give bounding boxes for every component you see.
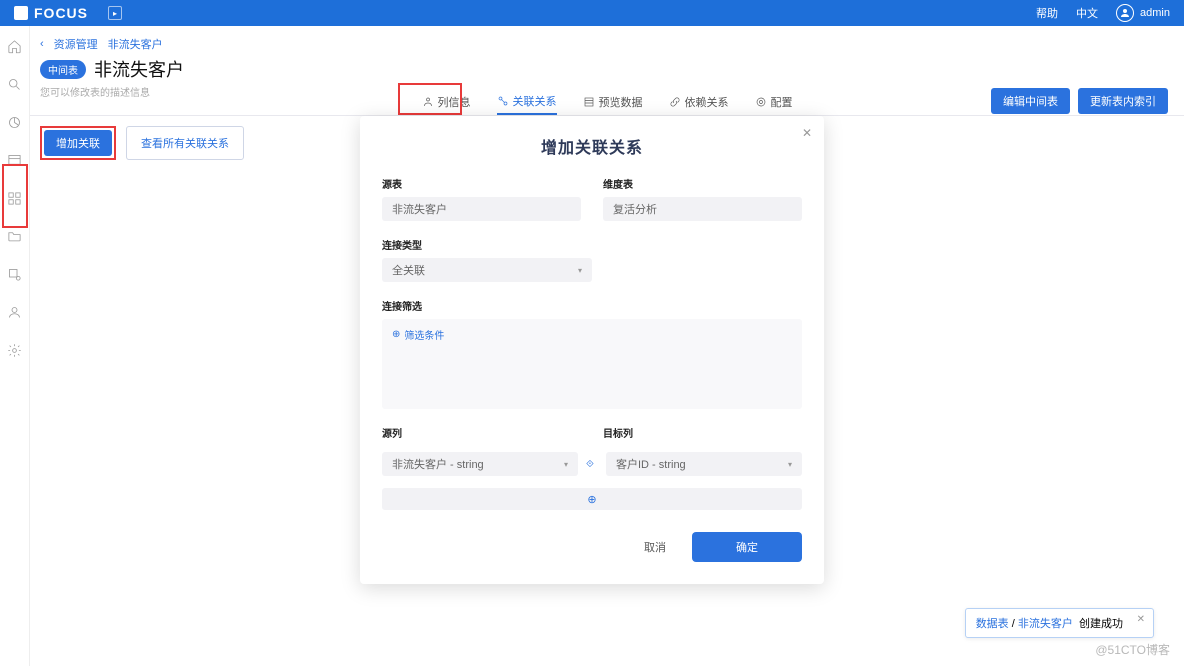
join-type-label: 连接类型 bbox=[382, 237, 802, 252]
tgt-col-value: 客户ID - string bbox=[616, 456, 686, 472]
tab-relations-label: 关联关系 bbox=[513, 93, 557, 109]
filter-link-text: 筛选条件 bbox=[404, 327, 444, 342]
tab-columns-label: 列信息 bbox=[438, 94, 471, 110]
cancel-button[interactable]: 取消 bbox=[630, 533, 680, 561]
src-table-label: 源表 bbox=[382, 176, 581, 191]
src-col-value: 非流失客户 - string bbox=[392, 456, 484, 472]
toast-msg: 创建成功 bbox=[1079, 618, 1123, 630]
src-col-select[interactable]: 非流失客户 - string ▾ bbox=[382, 452, 578, 476]
breadcrumb: ‹ 资源管理 非流失客户 bbox=[30, 26, 1184, 56]
chevron-down-icon: ▾ bbox=[578, 266, 582, 275]
relations-icon bbox=[497, 95, 509, 107]
crumb-parent[interactable]: 资源管理 bbox=[54, 36, 98, 52]
top-bar: FOCUS ▸ 帮助 中文 admin bbox=[0, 0, 1184, 26]
confirm-button[interactable]: 确定 bbox=[692, 532, 802, 562]
chevron-down-icon: ▾ bbox=[564, 460, 568, 469]
dim-table-input[interactable] bbox=[603, 197, 802, 221]
tab-columns[interactable]: 列信息 bbox=[422, 88, 471, 115]
tab-config-label: 配置 bbox=[771, 94, 793, 110]
tgt-col-select[interactable]: 客户ID - string ▾ bbox=[606, 452, 802, 476]
user-icon[interactable] bbox=[7, 304, 23, 320]
plus-icon: ⊕ bbox=[587, 493, 596, 506]
close-icon[interactable]: ✕ bbox=[1137, 614, 1145, 625]
toast-sep: / bbox=[1012, 618, 1015, 630]
close-icon[interactable]: ✕ bbox=[802, 126, 812, 140]
back-arrow-icon[interactable]: ‹ bbox=[40, 38, 44, 50]
redbox-add-button: 增加关联 bbox=[40, 126, 116, 160]
toast-link-table[interactable]: 数据表 bbox=[976, 618, 1009, 630]
play-icon[interactable]: ▸ bbox=[108, 6, 122, 20]
config-icon bbox=[755, 96, 767, 108]
modal-title: 增加关联关系 bbox=[382, 134, 802, 158]
board-icon[interactable] bbox=[7, 152, 23, 168]
page-title: 非流失客户 bbox=[94, 56, 184, 82]
update-index-button[interactable]: 更新表内索引 bbox=[1078, 88, 1168, 114]
tabs-bar: 列信息 关联关系 预览数据 依赖关系 配置 编辑中间表 更新表内索引 bbox=[30, 88, 1184, 116]
filter-label: 连接筛选 bbox=[382, 298, 802, 313]
join-type-value: 全关联 bbox=[392, 262, 425, 278]
join-type-select[interactable]: 全关联 ▾ bbox=[382, 258, 592, 282]
avatar-icon bbox=[1116, 4, 1134, 22]
logo-icon bbox=[14, 6, 28, 20]
tgt-col-label: 目标列 bbox=[603, 425, 802, 440]
crumb-current[interactable]: 非流失客户 bbox=[108, 36, 163, 52]
help-link[interactable]: 帮助 bbox=[1036, 5, 1058, 21]
chevron-down-icon: ▾ bbox=[788, 460, 792, 469]
watermark: @51CTO博客 bbox=[1095, 641, 1170, 658]
plus-circle-icon: ⊕ bbox=[392, 329, 400, 340]
tab-deps-label: 依赖关系 bbox=[685, 94, 729, 110]
tab-deps[interactable]: 依赖关系 bbox=[669, 88, 729, 115]
tools-icon[interactable] bbox=[7, 266, 23, 282]
toast-link-name[interactable]: 非流失客户 bbox=[1018, 618, 1073, 630]
preview-icon bbox=[583, 96, 595, 108]
search-icon[interactable] bbox=[7, 76, 23, 92]
tab-relations[interactable]: 关联关系 bbox=[497, 88, 557, 115]
user-menu[interactable]: admin bbox=[1116, 4, 1170, 22]
src-table-input[interactable] bbox=[382, 197, 581, 221]
link-icon: ⟐ bbox=[586, 459, 598, 470]
toast: 数据表 / 非流失客户 创建成功 ✕ bbox=[965, 608, 1154, 638]
filter-link[interactable]: ⊕ 筛选条件 bbox=[392, 327, 792, 342]
columns-icon bbox=[422, 96, 434, 108]
gear-icon[interactable] bbox=[7, 342, 23, 358]
sidebar bbox=[0, 26, 30, 666]
folder-icon[interactable] bbox=[7, 228, 23, 244]
dim-table-label: 维度表 bbox=[603, 176, 802, 191]
filter-box: ⊕ 筛选条件 bbox=[382, 319, 802, 409]
edit-button[interactable]: 编辑中间表 bbox=[991, 88, 1070, 114]
user-name: admin bbox=[1140, 7, 1170, 19]
type-badge: 中间表 bbox=[40, 60, 86, 79]
src-col-label: 源列 bbox=[382, 425, 581, 440]
add-column-pair-button[interactable]: ⊕ bbox=[382, 488, 802, 510]
view-all-relations-button[interactable]: 查看所有关联关系 bbox=[126, 126, 244, 160]
home-icon[interactable] bbox=[7, 38, 23, 54]
tab-config[interactable]: 配置 bbox=[755, 88, 793, 115]
tab-preview[interactable]: 预览数据 bbox=[583, 88, 643, 115]
add-relation-modal: ✕ 增加关联关系 源表 维度表 连接类型 全关联 ▾ 连接筛选 ⊕ 筛选条件 源… bbox=[360, 116, 824, 584]
lang-link[interactable]: 中文 bbox=[1076, 5, 1098, 21]
logo[interactable]: FOCUS bbox=[14, 5, 88, 21]
brand-text: FOCUS bbox=[34, 5, 88, 21]
grid-icon[interactable] bbox=[7, 190, 23, 206]
tab-preview-label: 预览数据 bbox=[599, 94, 643, 110]
chart-icon[interactable] bbox=[7, 114, 23, 130]
add-relation-button[interactable]: 增加关联 bbox=[44, 130, 112, 156]
deps-icon bbox=[669, 96, 681, 108]
